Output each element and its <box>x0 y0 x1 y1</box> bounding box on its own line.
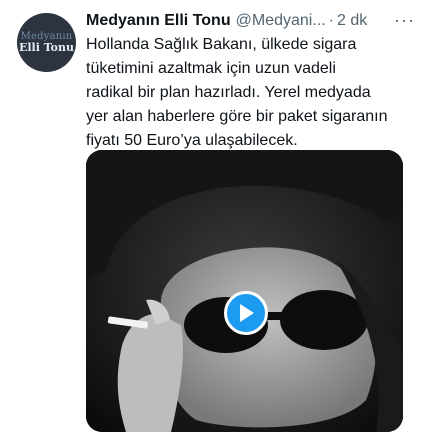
play-button[interactable] <box>224 291 268 335</box>
tweet-text-line: yer alan haberlere göre bir paket sigara… <box>86 108 388 125</box>
avatar[interactable]: Medyanın Elli Tonu <box>17 13 76 72</box>
tweet-time[interactable]: 2 dk <box>337 12 367 30</box>
tweet-card[interactable]: Medyanın Elli Tonu Medyanın Elli Tonu @M… <box>0 0 422 432</box>
tweet-text-line: tüketimini azaltmak için uzun vadeli <box>86 60 336 77</box>
author-name[interactable]: Medyanın Elli Tonu <box>86 12 231 30</box>
author-handle[interactable]: @Medyani... <box>236 12 326 30</box>
tweet-text-line: Hollanda Sağlık Bakanı, ülkede sigara <box>86 36 357 53</box>
avatar-text-bottom: Elli Tonu <box>18 41 74 54</box>
video-media[interactable] <box>86 150 403 432</box>
tweet-text-line: radikal bir plan hazırladı. Yerel medyad… <box>86 84 371 101</box>
separator-dot: · <box>328 12 334 29</box>
tweet-text: Hollanda Sağlık Bakanı, ülkede sigara tü… <box>86 33 411 153</box>
play-icon <box>240 304 254 322</box>
more-options-icon[interactable]: ··· <box>394 9 414 31</box>
tweet-header: Medyanın Elli Tonu @Medyani... · 2 dk <box>86 10 386 32</box>
